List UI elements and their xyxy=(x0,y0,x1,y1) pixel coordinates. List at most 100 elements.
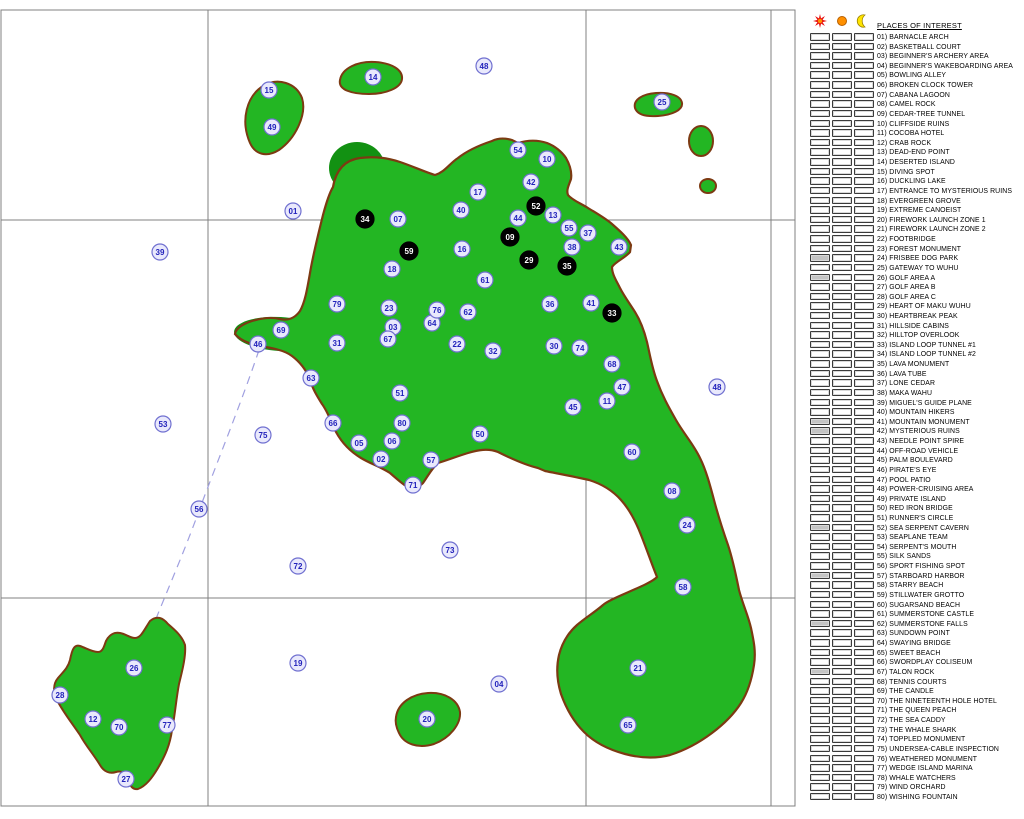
poi-checkbox-33-col1[interactable] xyxy=(810,340,830,349)
poi-checkbox-35-col2[interactable] xyxy=(832,360,852,368)
poi-checkbox-55-col1[interactable] xyxy=(810,552,830,560)
poi-checkbox-79-col2[interactable] xyxy=(832,783,852,791)
poi-checkbox-05-col1[interactable] xyxy=(810,71,830,79)
poi-checkbox-03-col3[interactable] xyxy=(854,52,874,60)
poi-checkbox-11-col2[interactable] xyxy=(832,129,852,137)
map-marker-74[interactable]: 74 xyxy=(571,339,589,357)
poi-checkbox-05-col3[interactable] xyxy=(854,71,874,79)
poi-checkbox-21-col3[interactable] xyxy=(854,225,874,233)
poi-checkbox-08-col3[interactable] xyxy=(854,100,874,108)
poi-checkbox-51-col3[interactable] xyxy=(854,514,874,522)
map-marker-19[interactable]: 19 xyxy=(289,654,307,672)
poi-checkbox-73-col1[interactable] xyxy=(810,725,830,734)
poi-checkbox-15-col1[interactable] xyxy=(810,167,830,176)
poi-checkbox-61-col1[interactable] xyxy=(810,610,830,618)
map-marker-45[interactable]: 45 xyxy=(564,398,582,416)
poi-checkbox-18-col2[interactable] xyxy=(832,196,852,205)
map-marker-14[interactable]: 14 xyxy=(364,68,382,86)
map-marker-04[interactable]: 04 xyxy=(490,675,508,693)
map-marker-25[interactable]: 25 xyxy=(653,93,671,111)
poi-checkbox-37-col1[interactable] xyxy=(810,379,830,387)
poi-checkbox-23-col2[interactable] xyxy=(832,244,852,253)
map-marker-55[interactable]: 55 xyxy=(560,219,578,237)
poi-checkbox-08-col2[interactable] xyxy=(832,100,852,108)
poi-checkbox-66-col2[interactable] xyxy=(832,658,852,666)
poi-checkbox-57-col3[interactable] xyxy=(854,571,874,580)
poi-checkbox-18-col1[interactable] xyxy=(810,196,830,205)
poi-checkbox-60-col3[interactable] xyxy=(854,600,874,609)
poi-checkbox-02-col3[interactable] xyxy=(854,42,874,51)
poi-checkbox-80-col3[interactable] xyxy=(854,792,874,801)
poi-checkbox-09-col1[interactable] xyxy=(810,109,830,118)
poi-checkbox-75-col1[interactable] xyxy=(810,744,830,753)
poi-checkbox-22-col2[interactable] xyxy=(832,235,852,243)
poi-checkbox-19-col2[interactable] xyxy=(832,206,852,214)
poi-checkbox-24-col2[interactable] xyxy=(832,254,852,262)
poi-checkbox-40-col1[interactable] xyxy=(810,408,830,416)
poi-checkbox-20-col3[interactable] xyxy=(854,215,874,224)
map-marker-26[interactable]: 26 xyxy=(125,659,143,677)
poi-checkbox-15-col3[interactable] xyxy=(854,167,874,176)
poi-checkbox-06-col1[interactable] xyxy=(810,81,830,89)
poi-checkbox-34-col3[interactable] xyxy=(854,350,874,358)
poi-checkbox-05-col2[interactable] xyxy=(832,71,852,79)
poi-checkbox-32-col3[interactable] xyxy=(854,331,874,339)
poi-checkbox-78-col3[interactable] xyxy=(854,773,874,782)
poi-checkbox-04-col2[interactable] xyxy=(832,61,852,70)
poi-checkbox-41-col2[interactable] xyxy=(832,417,852,426)
poi-checkbox-24-col3[interactable] xyxy=(854,254,874,262)
poi-checkbox-77-col1[interactable] xyxy=(810,764,830,772)
poi-checkbox-69-col2[interactable] xyxy=(832,687,852,695)
poi-checkbox-61-col3[interactable] xyxy=(854,610,874,618)
poi-checkbox-70-col1[interactable] xyxy=(810,696,830,705)
poi-checkbox-34-col2[interactable] xyxy=(832,350,852,358)
poi-checkbox-01-col1[interactable] xyxy=(810,33,830,41)
map-marker-22[interactable]: 22 xyxy=(448,335,466,353)
poi-checkbox-77-col2[interactable] xyxy=(832,764,852,772)
map-marker-48[interactable]: 48 xyxy=(475,57,493,75)
map-marker-43[interactable]: 43 xyxy=(610,238,628,256)
poi-checkbox-15-col2[interactable] xyxy=(832,167,852,176)
poi-checkbox-59-col1[interactable] xyxy=(810,590,830,599)
poi-checkbox-03-col2[interactable] xyxy=(832,52,852,60)
map-marker-67[interactable]: 67 xyxy=(379,330,397,348)
poi-checkbox-69-col1[interactable] xyxy=(810,687,830,695)
map-marker-15[interactable]: 15 xyxy=(260,81,278,99)
poi-checkbox-22-col1[interactable] xyxy=(810,235,830,243)
poi-checkbox-60-col1[interactable] xyxy=(810,600,830,609)
poi-checkbox-35-col3[interactable] xyxy=(854,360,874,368)
poi-checkbox-16-col2[interactable] xyxy=(832,177,852,185)
poi-checkbox-28-col2[interactable] xyxy=(832,292,852,301)
map-marker-05[interactable]: 05 xyxy=(350,434,368,452)
map-marker-11[interactable]: 11 xyxy=(598,392,616,410)
map-marker-75[interactable]: 75 xyxy=(254,426,272,444)
map-marker-39[interactable]: 39 xyxy=(151,243,169,261)
poi-checkbox-10-col1[interactable] xyxy=(810,119,830,128)
poi-checkbox-58-col1[interactable] xyxy=(810,581,830,589)
poi-checkbox-46-col3[interactable] xyxy=(854,465,874,474)
poi-checkbox-63-col2[interactable] xyxy=(832,629,852,637)
poi-checkbox-02-col2[interactable] xyxy=(832,42,852,51)
poi-checkbox-48-col3[interactable] xyxy=(854,485,874,493)
map-marker-73[interactable]: 73 xyxy=(441,541,459,559)
poi-checkbox-64-col3[interactable] xyxy=(854,639,874,647)
poi-checkbox-45-col2[interactable] xyxy=(832,456,852,464)
map-marker-40[interactable]: 40 xyxy=(452,201,470,219)
map-marker-80[interactable]: 80 xyxy=(393,414,411,432)
map-marker-57[interactable]: 57 xyxy=(422,451,440,469)
poi-checkbox-62-col3[interactable] xyxy=(854,619,874,628)
poi-checkbox-37-col3[interactable] xyxy=(854,379,874,387)
poi-checkbox-54-col2[interactable] xyxy=(832,542,852,551)
map-marker-46[interactable]: 46 xyxy=(249,335,267,353)
poi-checkbox-04-col1[interactable] xyxy=(810,61,830,70)
map-marker-68[interactable]: 68 xyxy=(603,355,621,373)
poi-checkbox-44-col3[interactable] xyxy=(854,446,874,455)
poi-checkbox-31-col1[interactable] xyxy=(810,321,830,330)
poi-checkbox-36-col2[interactable] xyxy=(832,369,852,378)
poi-checkbox-06-col3[interactable] xyxy=(854,81,874,89)
poi-checkbox-68-col3[interactable] xyxy=(854,677,874,686)
poi-checkbox-76-col3[interactable] xyxy=(854,754,874,762)
poi-checkbox-73-col3[interactable] xyxy=(854,725,874,734)
poi-checkbox-65-col3[interactable] xyxy=(854,648,874,657)
map-marker-48[interactable]: 48 xyxy=(708,378,726,396)
